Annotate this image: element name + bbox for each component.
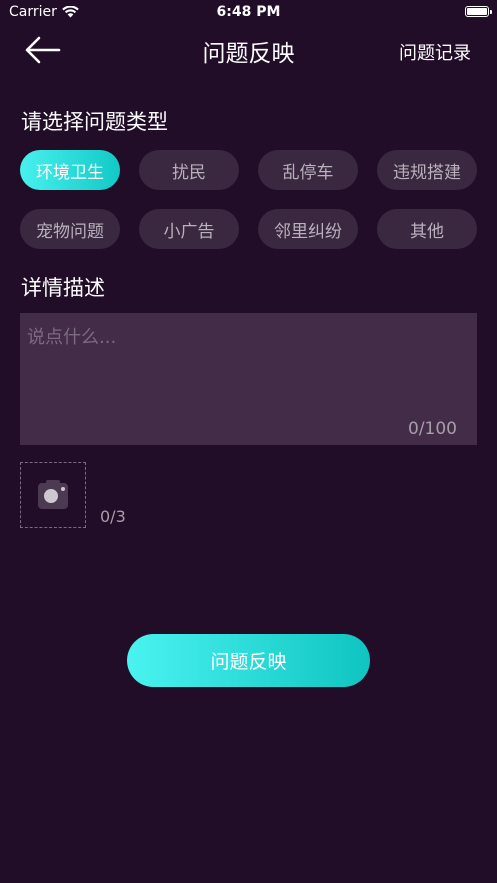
chip-option[interactable]: 扰民 [139,150,239,190]
submit-button[interactable]: 问题反映 [127,634,370,687]
photo-count: 0/3 [100,507,126,526]
add-photo-button[interactable] [20,462,86,528]
records-link[interactable]: 问题记录 [399,39,471,65]
chip-option[interactable]: 其他 [377,209,477,249]
chip-option[interactable]: 违规搭建 [377,150,477,190]
chip-option[interactable]: 宠物问题 [20,209,120,249]
camera-icon [38,480,68,509]
char-count: 0/100 [408,419,457,439]
chip-option[interactable]: 小广告 [139,209,239,249]
detail-label: 详情描述 [21,276,105,300]
category-label: 请选择问题类型 [21,110,168,134]
detail-textarea-box: 0/100 [20,313,477,445]
status-time: 6:48 PM [216,4,281,20]
battery-icon [465,6,492,17]
nav-bar: 问题反映 问题记录 [0,26,497,74]
status-bar: Carrier 6:48 PM [0,0,497,26]
chip-option[interactable]: 环境卫生 [20,150,120,190]
chip-option[interactable]: 乱停车 [258,150,358,190]
chip-option[interactable]: 邻里纠纷 [258,209,358,249]
